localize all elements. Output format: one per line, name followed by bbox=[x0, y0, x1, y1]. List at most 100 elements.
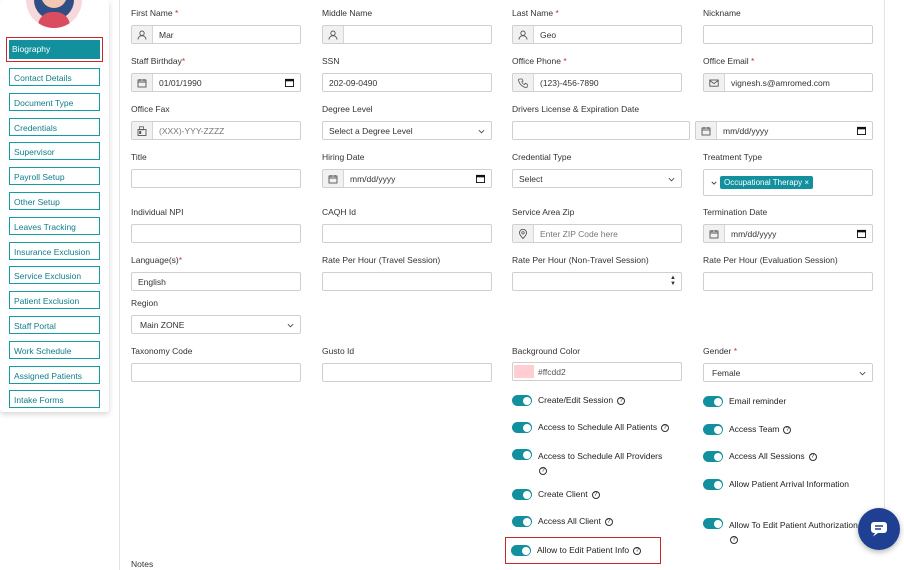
office-email-field[interactable]: vignesh.s@amromed.com bbox=[703, 73, 873, 92]
last-name-field[interactable]: Geo bbox=[512, 25, 682, 44]
calendar-picker-icon[interactable] bbox=[285, 78, 294, 87]
avatar bbox=[26, 0, 82, 28]
help-icon[interactable]: ? bbox=[661, 423, 670, 432]
treatment-type-multiselect[interactable]: Occupational Therapy × bbox=[703, 169, 873, 196]
drivers-license-field[interactable] bbox=[512, 121, 690, 140]
calendar-icon bbox=[132, 74, 153, 91]
help-icon[interactable]: ? bbox=[730, 535, 738, 544]
remove-tag-icon[interactable]: × bbox=[804, 178, 809, 187]
sidebar-item-insurance-exclusion[interactable]: Insurance Exclusion bbox=[9, 241, 100, 260]
toggle-access-all-client[interactable]: Access All Client? bbox=[512, 516, 613, 527]
sidebar-item-intake-forms[interactable]: Intake Forms bbox=[9, 390, 100, 409]
toggle-allow-edit-patient-authorization[interactable]: Allow To Edit Patient Authorization? bbox=[703, 518, 863, 546]
sidebar-item-staff-portal[interactable]: Staff Portal bbox=[9, 315, 100, 334]
calendar-icon bbox=[323, 170, 344, 187]
user-icon bbox=[323, 26, 344, 43]
chevron-down-icon bbox=[287, 323, 294, 328]
calendar-icon bbox=[696, 122, 717, 139]
sidebar-item-service-exclusion[interactable]: Service Exclusion bbox=[9, 266, 100, 285]
first-name-field[interactable]: Mar bbox=[131, 25, 301, 44]
background-color-field[interactable]: #ffcdd2 bbox=[512, 362, 682, 381]
rate-travel-label: Rate Per Hour (Travel Session) bbox=[322, 255, 441, 265]
rate-non-travel-field[interactable]: ▲ ▼ bbox=[512, 272, 682, 291]
toggle-switch[interactable] bbox=[512, 395, 532, 406]
help-icon[interactable]: ? bbox=[808, 452, 817, 461]
ssn-label: SSN bbox=[322, 56, 340, 66]
sidebar-item-work-schedule[interactable]: Work Schedule bbox=[9, 340, 100, 359]
help-icon[interactable]: ? bbox=[633, 546, 642, 555]
caqh-id-field[interactable] bbox=[322, 224, 492, 243]
staff-birthday-field[interactable]: 01/01/1990 bbox=[131, 73, 301, 92]
degree-level-select[interactable]: Select a Degree Level bbox=[322, 121, 492, 140]
toggle-allow-patient-arrival-info[interactable]: Allow Patient Arrival Information bbox=[703, 479, 849, 490]
credential-type-select[interactable]: Select bbox=[512, 169, 682, 188]
sidebar-item-supervisor[interactable]: Supervisor bbox=[9, 142, 100, 161]
help-icon[interactable]: ? bbox=[604, 517, 613, 526]
location-pin-icon bbox=[513, 225, 534, 242]
gender-select[interactable]: Female bbox=[703, 363, 873, 382]
office-phone-field[interactable]: (123)-456-7890 bbox=[512, 73, 682, 92]
toggle-access-schedule-all-providers[interactable]: Access to Schedule All Providers? bbox=[512, 449, 682, 477]
calendar-picker-icon[interactable] bbox=[857, 229, 866, 238]
title-field[interactable] bbox=[131, 169, 301, 188]
sidebar-item-biography[interactable]: Biography bbox=[6, 37, 103, 62]
color-swatch[interactable] bbox=[514, 365, 534, 378]
toggle-access-all-sessions[interactable]: Access All Sessions? bbox=[703, 451, 817, 462]
chat-button[interactable] bbox=[858, 508, 900, 550]
nickname-field[interactable] bbox=[703, 25, 873, 44]
middle-name-field[interactable] bbox=[322, 25, 492, 44]
region-select[interactable]: Main ZONE bbox=[131, 315, 301, 334]
toggle-switch[interactable] bbox=[512, 449, 532, 460]
toggle-switch[interactable] bbox=[511, 545, 531, 556]
toggle-access-schedule-all-patients[interactable]: Access to Schedule All Patients? bbox=[512, 422, 670, 433]
rate-evaluation-field[interactable] bbox=[703, 272, 873, 291]
gusto-id-field[interactable] bbox=[322, 363, 492, 382]
calendar-picker-icon[interactable] bbox=[857, 126, 866, 135]
degree-level-label: Degree Level bbox=[322, 104, 373, 114]
number-spinner-icon[interactable]: ▲ ▼ bbox=[670, 275, 676, 287]
help-icon[interactable]: ? bbox=[783, 425, 792, 434]
termination-date-field[interactable]: mm/dd/yyyy bbox=[703, 224, 873, 243]
sidebar-item-document-type[interactable]: Document Type bbox=[9, 92, 100, 111]
rate-travel-field[interactable] bbox=[322, 272, 492, 291]
rate-non-travel-label: Rate Per Hour (Non-Travel Session) bbox=[512, 255, 649, 265]
hiring-date-field[interactable]: mm/dd/yyyy bbox=[322, 169, 492, 188]
toggle-access-team[interactable]: Access Team? bbox=[703, 424, 792, 435]
toggle-create-edit-session[interactable]: Create/Edit Session? bbox=[512, 395, 626, 406]
toggle-switch[interactable] bbox=[512, 422, 532, 433]
toggle-switch[interactable] bbox=[703, 424, 723, 435]
sidebar-item-other-setup[interactable]: Other Setup bbox=[9, 191, 100, 210]
service-area-zip-field[interactable]: Enter ZIP Code here bbox=[512, 224, 682, 243]
ssn-field[interactable]: 202-09-0490 bbox=[322, 73, 492, 92]
sidebar-item-credentials[interactable]: Credentials bbox=[9, 117, 100, 136]
toggle-switch[interactable] bbox=[703, 518, 723, 529]
help-icon[interactable]: ? bbox=[591, 490, 600, 499]
help-icon[interactable]: ? bbox=[539, 466, 547, 475]
nickname-label: Nickname bbox=[703, 8, 741, 18]
calendar-picker-icon[interactable] bbox=[476, 174, 485, 183]
languages-field[interactable]: English bbox=[131, 272, 301, 291]
toggle-switch[interactable] bbox=[703, 396, 723, 407]
help-icon[interactable]: ? bbox=[617, 396, 626, 405]
phone-icon bbox=[513, 74, 534, 91]
sidebar-item-assigned-patients[interactable]: Assigned Patients bbox=[9, 365, 100, 384]
toggle-switch[interactable] bbox=[703, 479, 723, 490]
office-phone-label: Office Phone * bbox=[512, 56, 567, 66]
individual-npi-field[interactable] bbox=[131, 224, 301, 243]
license-expiration-date-field[interactable]: mm/dd/yyyy bbox=[695, 121, 873, 140]
sidebar-item-contact-details[interactable]: Contact Details bbox=[9, 68, 100, 86]
rate-evaluation-label: Rate Per Hour (Evaluation Session) bbox=[703, 255, 838, 265]
toggle-switch[interactable] bbox=[703, 451, 723, 462]
toggle-create-client[interactable]: Create Client? bbox=[512, 489, 600, 500]
caqh-id-label: CAQH Id bbox=[322, 207, 357, 217]
sidebar-item-payroll-setup[interactable]: Payroll Setup bbox=[9, 167, 100, 186]
taxonomy-code-field[interactable] bbox=[131, 363, 301, 382]
sidebar-item-patient-exclusion[interactable]: Patient Exclusion bbox=[9, 291, 100, 310]
toggle-switch[interactable] bbox=[512, 516, 532, 527]
office-fax-field[interactable]: (XXX)-YYY-ZZZZ bbox=[131, 121, 301, 140]
toggle-switch[interactable] bbox=[512, 489, 532, 500]
sidebar-item-leaves-tracking[interactable]: Leaves Tracking bbox=[9, 216, 100, 235]
toggle-email-reminder[interactable]: Email reminder bbox=[703, 396, 786, 407]
drivers-license-label: Drivers License & Expiration Date bbox=[512, 104, 640, 114]
toggle-allow-edit-patient-info[interactable]: Allow to Edit Patient Info? bbox=[511, 545, 642, 556]
